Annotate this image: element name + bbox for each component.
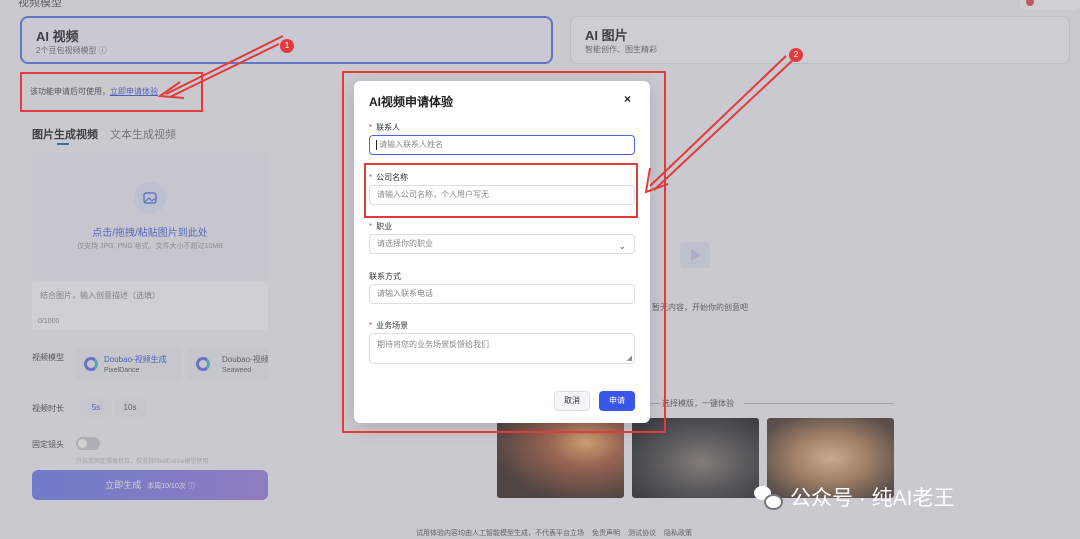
- watermark-text: 公众号 · 纯AI老王: [790, 487, 955, 510]
- annotation-arrows: [157, 35, 794, 194]
- annotation-badge-2: 2: [789, 48, 803, 62]
- watermark: 公众号 · 纯AI老王: [754, 482, 955, 512]
- annotation-badge-1: 1: [280, 39, 294, 53]
- wechat-icon: [754, 486, 783, 510]
